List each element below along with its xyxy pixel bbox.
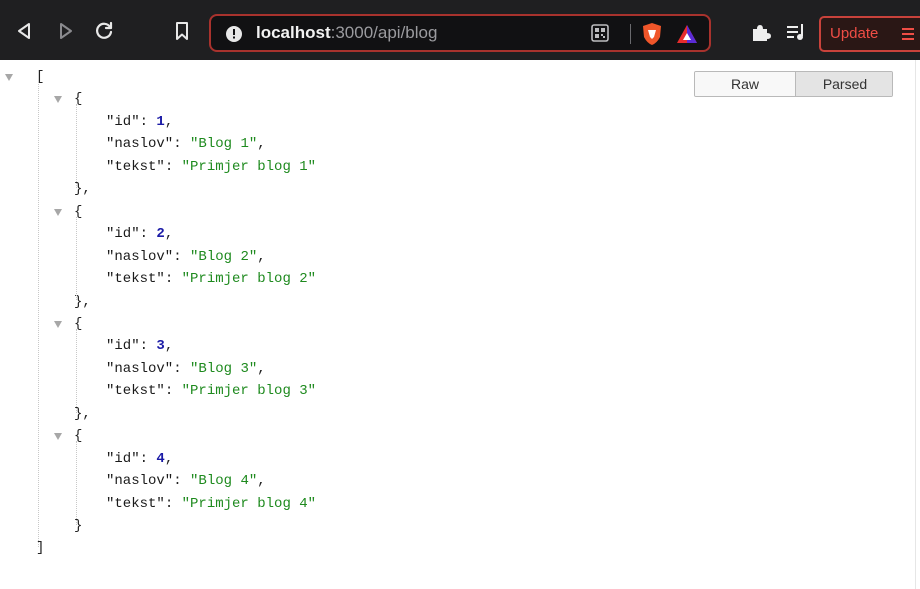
json-key: "naslov": [106, 360, 174, 377]
address-bar[interactable]: localhost:3000/api/blog: [209, 14, 711, 52]
indent-guide: [76, 104, 77, 189]
update-label: Update: [830, 25, 879, 42]
tab-raw[interactable]: Raw: [695, 72, 796, 96]
json-property-tekst: "tekst": "Primjer blog 1": [106, 156, 316, 178]
json-number-value: 1: [156, 113, 165, 130]
json-colon: :: [139, 450, 157, 467]
json-viewer: Raw Parsed [{"id": 1, "naslov": "Blog 1",…: [0, 60, 920, 589]
json-colon: :: [139, 338, 157, 355]
json-colon: :: [173, 473, 191, 490]
json-property-id: "id": 3,: [106, 335, 173, 357]
json-colon: :: [139, 226, 157, 243]
json-property-id: "id": 4,: [106, 448, 173, 470]
collapse-toggle-icon[interactable]: [54, 96, 62, 104]
json-number-value: 2: [156, 226, 165, 243]
url-text[interactable]: localhost:3000/api/blog: [256, 22, 437, 44]
json-property-id: "id": 1,: [106, 111, 173, 133]
json-comma: ,: [257, 136, 266, 153]
json-key: "naslov": [106, 136, 174, 153]
json-string-value: "Blog 4": [190, 473, 258, 490]
json-string-value: "Primjer blog 3": [181, 383, 317, 400]
brave-shield-icon[interactable]: [641, 22, 663, 51]
json-string-value: "Primjer blog 1": [181, 158, 317, 175]
json-key: "naslov": [106, 473, 174, 490]
json-key: "naslov": [106, 248, 174, 265]
json-comma: ,: [164, 226, 174, 243]
json-colon: :: [164, 158, 182, 175]
json-colon: :: [173, 360, 191, 377]
indent-guide: [76, 441, 77, 525]
qr-code-icon[interactable]: [590, 23, 610, 48]
url-path: :3000/api/blog: [330, 23, 438, 42]
json-string-value: "Primjer blog 4": [181, 495, 317, 512]
browser-toolbar: localhost:3000/api/blog Update: [0, 0, 920, 60]
collapse-toggle-icon[interactable]: [5, 74, 13, 81]
collapse-toggle-icon[interactable]: [54, 433, 62, 441]
update-button[interactable]: Update: [819, 16, 920, 52]
json-key: "id": [106, 338, 140, 355]
json-comma: ,: [257, 248, 266, 265]
json-property-tekst: "tekst": "Primjer blog 4": [106, 493, 316, 515]
json-comma: ,: [257, 473, 266, 490]
json-key: "tekst": [106, 271, 165, 288]
json-string-value: "Primjer blog 2": [181, 271, 317, 288]
json-property-id: "id": 2,: [106, 223, 173, 245]
hamburger-menu-icon[interactable]: [901, 25, 915, 48]
json-colon: :: [164, 495, 182, 512]
indent-guide: [76, 216, 77, 301]
json-colon: :: [164, 383, 182, 400]
scrollbar-track[interactable]: [915, 60, 916, 589]
json-key: "id": [106, 113, 140, 130]
collapse-toggle-icon[interactable]: [54, 208, 62, 216]
playlist-icon[interactable]: [786, 23, 806, 46]
url-separator: [630, 24, 631, 44]
json-comma: ,: [164, 450, 174, 467]
brave-rewards-icon[interactable]: [676, 24, 698, 49]
json-key: "tekst": [106, 158, 165, 175]
json-colon: :: [164, 271, 182, 288]
view-mode-tabs: Raw Parsed: [694, 71, 893, 97]
json-key: "id": [106, 226, 140, 243]
json-property-naslov: "naslov": "Blog 2",: [106, 246, 266, 268]
json-key: "id": [106, 450, 140, 467]
indent-guide: [76, 328, 77, 413]
json-string-value: "Blog 1": [190, 136, 258, 153]
json-comma: ,: [164, 338, 174, 355]
json-string-value: "Blog 3": [190, 360, 258, 377]
forward-arrow-icon[interactable]: [58, 22, 74, 45]
indent-guide: [38, 82, 39, 548]
json-key: "tekst": [106, 383, 165, 400]
json-colon: :: [173, 248, 191, 265]
back-arrow-icon[interactable]: [16, 22, 32, 45]
reload-icon[interactable]: [94, 21, 114, 46]
json-number-value: 3: [156, 338, 165, 355]
collapse-toggle-icon[interactable]: [54, 320, 62, 328]
json-property-naslov: "naslov": "Blog 1",: [106, 133, 266, 155]
json-property-tekst: "tekst": "Primjer blog 2": [106, 268, 316, 290]
json-key: "tekst": [106, 495, 165, 512]
json-colon: :: [139, 113, 157, 130]
json-property-naslov: "naslov": "Blog 4",: [106, 470, 266, 492]
json-comma: ,: [164, 113, 174, 130]
url-host: localhost: [256, 23, 331, 42]
puzzle-icon[interactable]: [751, 23, 771, 46]
json-colon: :: [173, 136, 191, 153]
tab-parsed[interactable]: Parsed: [796, 72, 892, 96]
json-comma: ,: [257, 360, 266, 377]
bookmark-icon[interactable]: [175, 21, 189, 46]
json-property-naslov: "naslov": "Blog 3",: [106, 358, 266, 380]
json-string-value: "Blog 2": [190, 248, 258, 265]
info-icon[interactable]: [225, 25, 243, 48]
json-number-value: 4: [156, 450, 165, 467]
json-property-tekst: "tekst": "Primjer blog 3": [106, 380, 316, 402]
